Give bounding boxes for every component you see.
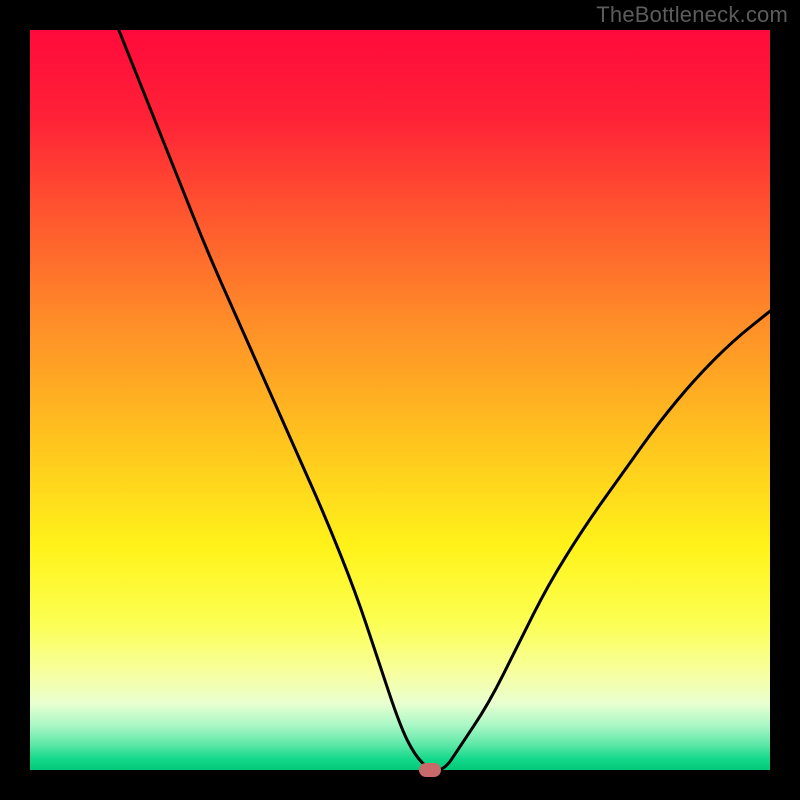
gradient-background bbox=[30, 30, 770, 770]
chart-frame: TheBottleneck.com bbox=[0, 0, 800, 800]
plot-area bbox=[30, 30, 770, 770]
chart-svg bbox=[30, 30, 770, 770]
minimum-marker bbox=[419, 763, 441, 777]
watermark-text: TheBottleneck.com bbox=[596, 2, 788, 28]
